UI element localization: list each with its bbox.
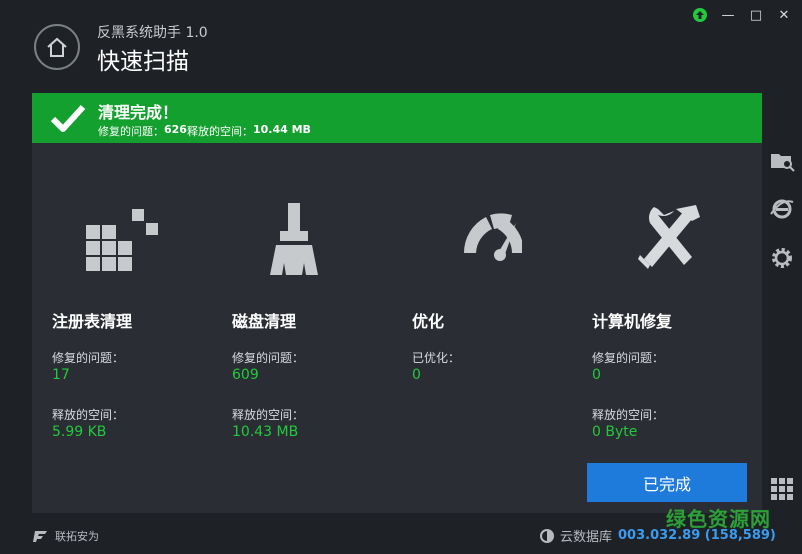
checkmark-icon xyxy=(50,104,86,132)
cloud-db-label: 云数据库 xyxy=(560,530,613,545)
success-banner: 清理完成！ 修复的问题： 626 释放的空间： 10.44 MB xyxy=(32,93,762,143)
apps-grid-icon xyxy=(771,478,793,500)
brand-name: 联拓安为 xyxy=(55,530,99,543)
registry-clean-card: 注册表清理 修复的问题： 17 释放的空间： 5.99 KB xyxy=(32,143,212,513)
issues-value: 626 xyxy=(164,123,187,136)
banner-title: 清理完成！ xyxy=(98,103,179,122)
disk-title: 磁盘清理 xyxy=(232,312,297,331)
pc-repair-card: 计算机修复 修复的问题： 0 释放的空间： 0 Byte xyxy=(572,143,752,513)
folder-search-button[interactable] xyxy=(767,146,797,176)
ie-settings-icon xyxy=(770,199,794,219)
site-watermark: 绿色资源网 xyxy=(666,507,771,531)
upgrade-button[interactable] xyxy=(690,6,710,24)
disk-clean-card: 磁盘清理 修复的问题： 609 释放的空间： 10.43 MB xyxy=(212,143,392,513)
optimize-card: 优化 已优化： 0 xyxy=(392,143,572,513)
repair-title: 计算机修复 xyxy=(592,312,673,331)
registry-issues-label: 修复的问题： xyxy=(52,351,125,365)
ie-settings-button[interactable] xyxy=(767,194,797,224)
gear-icon xyxy=(772,248,792,268)
app-title: 反黑系统助手 1.0 xyxy=(97,25,208,41)
apps-grid-button[interactable] xyxy=(767,474,797,504)
folder-search-icon xyxy=(771,154,795,172)
banner-summary: 修复的问题： 626 释放的空间： 10.44 MB xyxy=(98,123,311,139)
optimize-value: 0 xyxy=(412,367,421,383)
registry-space-label: 释放的空间： xyxy=(52,408,125,422)
disk-space-label: 释放的空间： xyxy=(232,408,305,422)
wrench-hammer-icon xyxy=(638,205,700,269)
registry-space-value: 5.99 KB xyxy=(52,424,107,440)
registry-title: 注册表清理 xyxy=(52,312,133,331)
registry-issues-value: 17 xyxy=(52,367,70,383)
home-icon xyxy=(47,37,67,57)
maximize-button[interactable]: □ xyxy=(746,6,766,24)
disk-issues-label: 修复的问题： xyxy=(232,351,305,365)
close-button[interactable]: ✕ xyxy=(774,6,794,24)
broom-icon xyxy=(270,203,318,275)
issues-label: 修复的问题： xyxy=(98,125,164,138)
speedometer-icon xyxy=(463,213,522,261)
repair-issues-value: 0 xyxy=(592,367,601,383)
page-title: 快速扫描 xyxy=(97,49,189,75)
optimize-label: 已优化： xyxy=(412,351,461,365)
optimize-title: 优化 xyxy=(412,312,445,331)
footer-brand: 联拓安为 xyxy=(33,528,99,544)
results-panel: 注册表清理 修复的问题： 17 释放的空间： 5.99 KB 磁盘清理 修复的问… xyxy=(32,143,762,513)
window-controls: — □ ✕ xyxy=(690,6,794,24)
repair-issues-label: 修复的问题： xyxy=(592,351,665,365)
repair-space-value: 0 Byte xyxy=(592,424,638,440)
done-button[interactable]: 已完成 xyxy=(587,463,747,502)
home-button[interactable] xyxy=(34,24,80,70)
settings-button[interactable] xyxy=(767,243,797,273)
repair-space-label: 释放的空间： xyxy=(592,408,665,422)
brand-logo-icon xyxy=(33,531,47,542)
space-value: 10.44 MB xyxy=(252,123,311,136)
upgrade-icon xyxy=(693,8,707,22)
minimize-button[interactable]: — xyxy=(718,6,738,24)
disk-space-value: 10.43 MB xyxy=(232,424,299,440)
cloud-db-icon xyxy=(540,528,554,543)
title-bar: 反黑系统助手 1.0 快速扫描 — □ ✕ xyxy=(0,0,802,92)
disk-issues-value: 609 xyxy=(232,367,259,383)
space-label: 释放的空间： xyxy=(186,125,253,138)
registry-blocks-icon xyxy=(86,209,158,271)
